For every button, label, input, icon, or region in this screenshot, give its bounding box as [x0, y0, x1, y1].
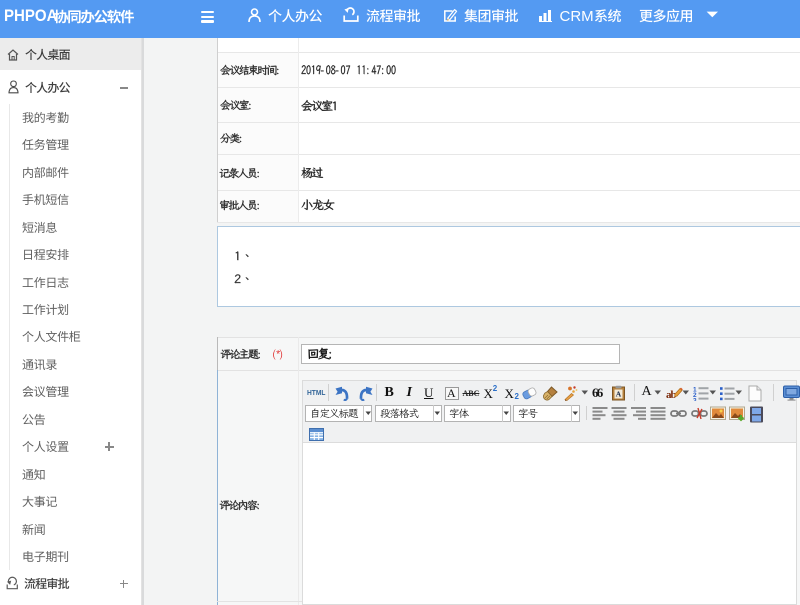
- svg-text:3: 3: [693, 398, 697, 402]
- svg-text:A: A: [616, 390, 622, 399]
